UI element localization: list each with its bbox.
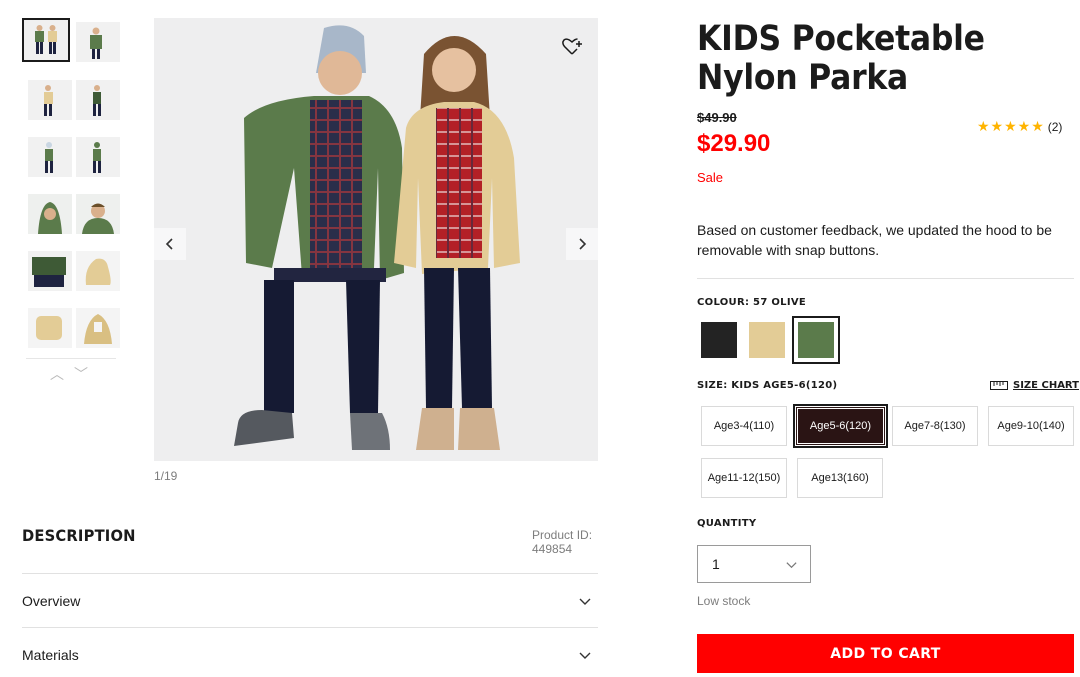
- thumbnail-10[interactable]: [76, 251, 120, 291]
- product-id: Product ID: 449854: [532, 528, 592, 556]
- chevron-up-icon[interactable]: ︿: [50, 366, 74, 382]
- product-id-value: 449854: [532, 542, 573, 556]
- accordion-overview-label: Overview: [22, 592, 81, 609]
- thumbnail-6[interactable]: [76, 137, 120, 177]
- main-product-image: [154, 18, 598, 461]
- swatch-fill: [701, 322, 737, 358]
- chevron-down-icon: [786, 561, 797, 568]
- colour-swatch-olive[interactable]: [792, 316, 840, 364]
- chevron-down-icon: [579, 598, 591, 605]
- chevron-right-icon: [579, 238, 587, 250]
- colour-label: COLOUR: 57 OLIVE: [697, 297, 807, 308]
- size-chart-label: SIZE CHART: [1013, 380, 1080, 391]
- quantity-label: QUANTITY: [697, 518, 757, 529]
- product-photo: [154, 18, 598, 461]
- product-blurb: Based on customer feedback, we updated t…: [697, 222, 1052, 258]
- ruler-icon: [990, 381, 1008, 390]
- chevron-left-icon: [165, 238, 173, 250]
- sale-price: $29.90: [697, 130, 771, 157]
- size-option-age9-10[interactable]: Age9-10(140): [988, 406, 1074, 446]
- thumbnail-2[interactable]: [76, 22, 120, 62]
- quantity-value: 1: [712, 556, 720, 572]
- size-option-age3-4[interactable]: Age3-4(110): [701, 406, 787, 446]
- product-id-label: Product ID:: [532, 528, 593, 542]
- swatch-fill: [749, 322, 785, 358]
- swatch-fill: [798, 322, 834, 358]
- thumbnail-11[interactable]: [28, 308, 72, 348]
- size-label: SIZE: KIDS AGE5-6(120): [697, 380, 838, 391]
- thumbnail-divider: [26, 358, 116, 359]
- sale-label: Sale: [697, 170, 724, 185]
- size-option-age13[interactable]: Age13(160): [797, 458, 883, 498]
- accordion-overview[interactable]: Overview: [22, 573, 598, 627]
- description-heading: DESCRIPTION: [22, 526, 136, 545]
- thumbnail-8[interactable]: [76, 194, 120, 234]
- colour-swatch-black[interactable]: [697, 318, 741, 362]
- divider: [697, 278, 1074, 279]
- thumbnail-3[interactable]: [28, 80, 72, 120]
- size-option-age11-12[interactable]: Age11-12(150): [701, 458, 787, 498]
- gallery-next-button[interactable]: [566, 228, 598, 260]
- gallery-counter: 1/19: [154, 469, 178, 483]
- product-title: KIDS Pocketable Nylon Parka: [697, 19, 985, 98]
- thumbnail-1[interactable]: [22, 18, 70, 62]
- size-option-age5-6[interactable]: Age5-6(120): [793, 404, 888, 448]
- thumbnail-4[interactable]: [76, 80, 120, 120]
- chevron-down-icon: [579, 652, 591, 659]
- thumbnail-12[interactable]: [76, 308, 120, 348]
- size-option-age7-8[interactable]: Age7-8(130): [892, 406, 978, 446]
- rating-stars-icon: ★★★★★: [977, 118, 1045, 134]
- size-chart-link[interactable]: SIZE CHART: [990, 380, 1079, 391]
- rating[interactable]: ★★★★★ (2): [977, 118, 1062, 135]
- chevron-down-icon[interactable]: ﹀: [74, 366, 98, 382]
- colour-swatch-beige[interactable]: [745, 318, 789, 362]
- thumbnail-scroll-arrows[interactable]: ︿﹀: [50, 364, 98, 384]
- rating-count[interactable]: (2): [1048, 120, 1063, 134]
- original-price: $49.90: [697, 110, 737, 125]
- stock-note: Low stock: [697, 594, 751, 608]
- thumbnail-9[interactable]: [28, 251, 72, 291]
- heart-plus-icon[interactable]: [560, 34, 584, 58]
- thumbnail-7[interactable]: [28, 194, 72, 234]
- accordion-materials[interactable]: Materials: [22, 627, 598, 677]
- quantity-select[interactable]: 1: [697, 545, 811, 583]
- thumbnail-5[interactable]: [28, 137, 72, 177]
- accordion-materials-label: Materials: [22, 646, 79, 663]
- add-to-cart-button[interactable]: ADD TO CART: [697, 634, 1074, 673]
- gallery-prev-button[interactable]: [154, 228, 186, 260]
